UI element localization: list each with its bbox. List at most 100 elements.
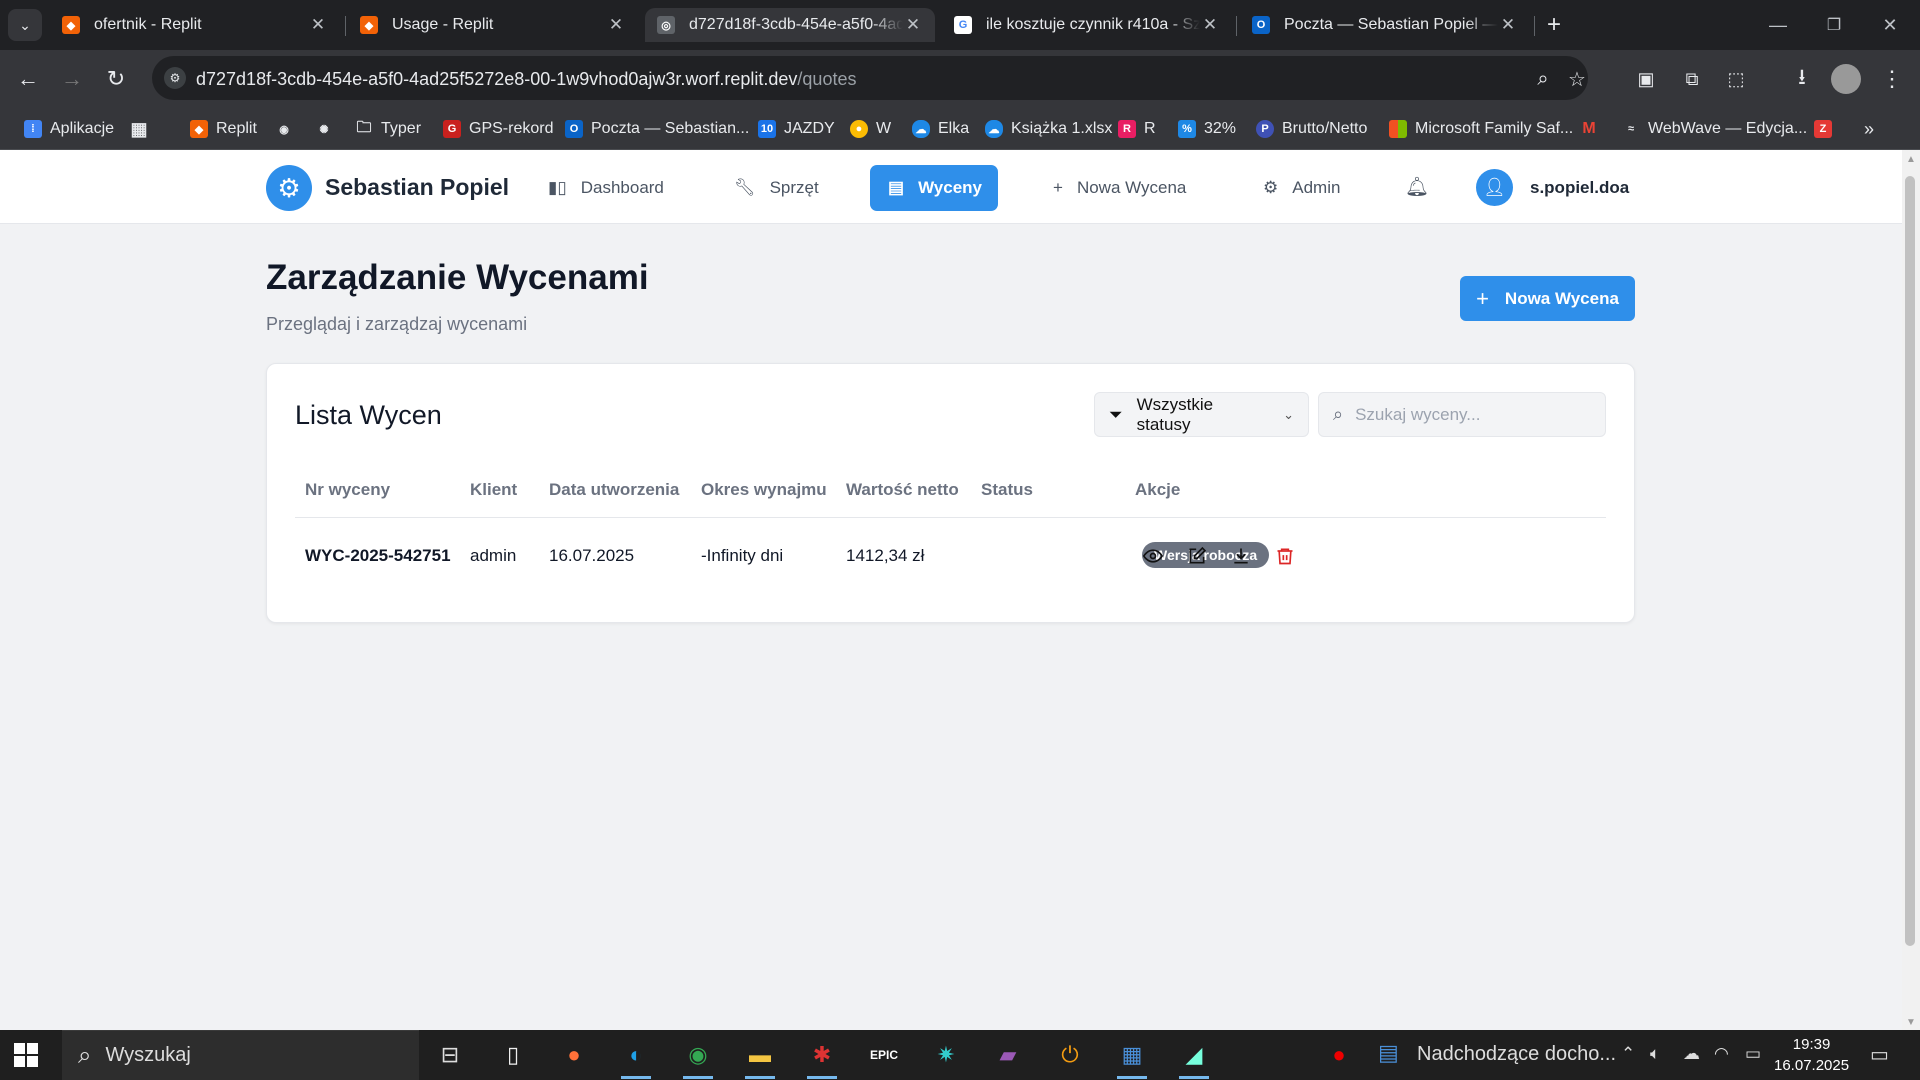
new-tab-button[interactable]: + <box>1537 10 1571 40</box>
column-header: Status <box>981 480 1033 499</box>
browser-tab-2[interactable]: ◆ Usage - Replit ✕ <box>348 8 638 42</box>
close-icon[interactable]: ✕ <box>1498 15 1518 35</box>
scrollbar-thumb[interactable] <box>1905 176 1915 946</box>
bookmark-globe[interactable]: ◉ <box>275 116 301 142</box>
cast-icon[interactable]: ⧉ <box>1676 63 1708 95</box>
browser-tab-5[interactable]: O Poczta — Sebastian Popiel — O ✕ <box>1240 8 1530 42</box>
bookmark-star-icon[interactable]: ☆ <box>1564 66 1590 92</box>
bookmark-32[interactable]: % 32% <box>1178 116 1236 142</box>
profile-avatar[interactable] <box>1830 63 1862 95</box>
settings-app-icon[interactable]: ✷ <box>923 1038 969 1072</box>
edit-quote-button[interactable] <box>1181 540 1213 572</box>
menu-icon[interactable]: ⋮ <box>1876 63 1908 95</box>
bookmark-poczta[interactable]: O Poczta — Sebastian... <box>565 116 749 142</box>
bookmark-jazdy[interactable]: 10 JAZDY <box>758 116 835 142</box>
bookmark-ksiazka[interactable]: ☁ Książka 1.xlsx <box>985 116 1112 142</box>
firefox-icon[interactable]: ● <box>551 1038 597 1072</box>
scroll-up-icon[interactable]: ▲ <box>1906 154 1916 165</box>
file-explorer-icon[interactable]: ▬ <box>737 1038 783 1079</box>
nav-quotes[interactable]: ▤ Wyceny <box>870 165 998 211</box>
video-editor-icon[interactable]: ▰ <box>985 1038 1031 1072</box>
wifi-icon[interactable]: ◠ <box>1714 1044 1729 1064</box>
taskbar-search[interactable]: ⌕ Wyszukaj <box>62 1030 419 1080</box>
windows-start-icon[interactable] <box>14 1043 38 1067</box>
close-icon[interactable]: ✕ <box>606 15 626 35</box>
brand-name[interactable]: Sebastian Popiel <box>325 174 509 201</box>
bookmark-gps-rekord[interactable]: G GPS-rekord <box>443 116 553 142</box>
tab-search-button[interactable]: ⌄ <box>8 9 42 41</box>
bookmark-z[interactable]: Z <box>1814 116 1840 142</box>
close-window-button[interactable]: ✕ <box>1862 0 1918 50</box>
zoom-icon[interactable]: ⌕ <box>1530 66 1556 92</box>
new-quote-button[interactable]: + Nowa Wycena <box>1460 276 1635 321</box>
browser-tab-3-active[interactable]: ◎ d727d18f-3cdb-454e-a5f0-4ad ✕ <box>645 8 935 42</box>
bookmark-r[interactable]: RR <box>1118 116 1156 142</box>
task-view-icon[interactable]: ⊟ <box>427 1038 473 1072</box>
bookmark-microsoft-family[interactable]: Microsoft Family Saf... <box>1389 116 1573 142</box>
app-icon[interactable]: ✱ <box>799 1038 845 1079</box>
app-icon[interactable]: ◢ <box>1171 1038 1217 1079</box>
nav-dashboard[interactable]: ▮▯ Dashboard <box>530 165 682 211</box>
replit-icon: ◆ <box>62 16 80 34</box>
minimize-button[interactable]: — <box>1750 0 1806 50</box>
chevron-up-icon[interactable]: ⌃ <box>1621 1044 1635 1064</box>
page-scrollbar[interactable]: ▲ ▼ <box>1902 150 1920 1030</box>
restore-button[interactable]: ❐ <box>1806 0 1862 50</box>
bookmark-elka[interactable]: ☁ Elka <box>912 116 969 142</box>
downloads-icon[interactable]: ⭳ <box>1786 63 1818 95</box>
close-icon[interactable]: ✕ <box>1200 15 1220 35</box>
app-tray-icon[interactable]: ● <box>1316 1038 1362 1072</box>
bookmark-w[interactable]: ● W <box>850 116 891 142</box>
site-info-icon[interactable]: ⚙ <box>164 67 186 89</box>
bookmark-apps[interactable]: ⁞ Aplikacje <box>24 116 114 142</box>
news-widget-label[interactable]: Nadchodzące docho... <box>1417 1043 1616 1066</box>
bookmark-brutto-netto[interactable]: P Brutto/Netto <box>1256 116 1367 142</box>
close-icon[interactable]: ✕ <box>903 15 923 35</box>
nav-new-quote[interactable]: + Nowa Wycena <box>1035 165 1204 211</box>
notepad-icon[interactable]: ▯ <box>490 1038 536 1072</box>
bell-icon[interactable]: 🔔︎ <box>1405 175 1429 199</box>
power-app-icon[interactable]: ⏻ <box>1047 1038 1093 1072</box>
epic-games-icon[interactable]: EPIC <box>861 1038 907 1072</box>
bookmark-replit[interactable]: ◆ Replit <box>190 116 257 142</box>
forward-icon[interactable]: → <box>56 63 88 95</box>
bookmark-typer[interactable]: 🗀 Typer <box>355 116 421 142</box>
close-icon[interactable]: ✕ <box>308 15 328 35</box>
search-icon: ⌕ <box>1333 404 1344 424</box>
battery-icon[interactable]: ▭ <box>1745 1044 1761 1064</box>
status-filter-select[interactable]: ⏷ Wszystkie statusy ⌄ <box>1094 392 1309 437</box>
bookmark-webwave[interactable]: ≈ WebWave — Edycja... <box>1622 116 1807 142</box>
bookmark-grid[interactable]: ▦ <box>130 116 156 142</box>
browser-tab-1[interactable]: ◆ ofertnik - Replit ✕ <box>50 8 340 42</box>
volume-icon[interactable]: 🔈︎ <box>1650 1044 1660 1064</box>
nav-admin[interactable]: ⚙ Admin <box>1245 165 1358 211</box>
onedrive-icon[interactable]: ☁ <box>1683 1044 1700 1064</box>
delete-quote-button[interactable] <box>1269 540 1301 572</box>
download-quote-button[interactable] <box>1225 540 1257 572</box>
browser-tab-4[interactable]: G ile kosztuje czynnik r410a - Szuk ✕ <box>942 8 1232 42</box>
quote-number[interactable]: WYC-2025-542751 <box>305 546 451 566</box>
address-bar[interactable]: ⚙ d727d18f-3cdb-454e-a5f0-4ad25f5272e8-0… <box>152 56 1588 100</box>
back-icon[interactable]: ← <box>12 63 44 95</box>
view-quote-button[interactable] <box>1137 540 1169 572</box>
url-text[interactable]: d727d18f-3cdb-454e-a5f0-4ad25f5272e8-00-… <box>196 69 856 90</box>
bookmark-openai[interactable]: ✺ <box>315 116 341 142</box>
nav-equipment[interactable]: 🔧︎ Sprzęt <box>716 165 837 211</box>
calculator-icon[interactable]: ▦ <box>1109 1038 1155 1079</box>
more-bookmarks-icon[interactable]: » <box>1864 116 1874 142</box>
gear-logo-icon[interactable]: ⚙ <box>266 165 312 211</box>
search-input[interactable] <box>1355 404 1576 425</box>
bookmark-gmail[interactable]: M <box>1580 116 1606 142</box>
clock[interactable]: 19:39 16.07.2025 <box>1774 1034 1849 1076</box>
user-avatar[interactable]: 👤︎ <box>1476 169 1513 206</box>
chrome-icon[interactable]: ◉ <box>675 1038 721 1079</box>
reload-icon[interactable]: ↻ <box>100 63 132 95</box>
scroll-down-icon[interactable]: ▼ <box>1906 1017 1916 1028</box>
screenshot-icon[interactable]: ▣ <box>1630 63 1662 95</box>
notifications-icon[interactable]: ▭ <box>1870 1042 1889 1067</box>
extensions-icon[interactable]: ⬚ <box>1720 63 1752 95</box>
news-icon[interactable]: ▤ <box>1378 1040 1399 1066</box>
download-icon <box>1234 548 1248 564</box>
username[interactable]: s.popiel.doa <box>1530 178 1629 198</box>
edge-icon[interactable]: ◐ <box>613 1038 659 1079</box>
